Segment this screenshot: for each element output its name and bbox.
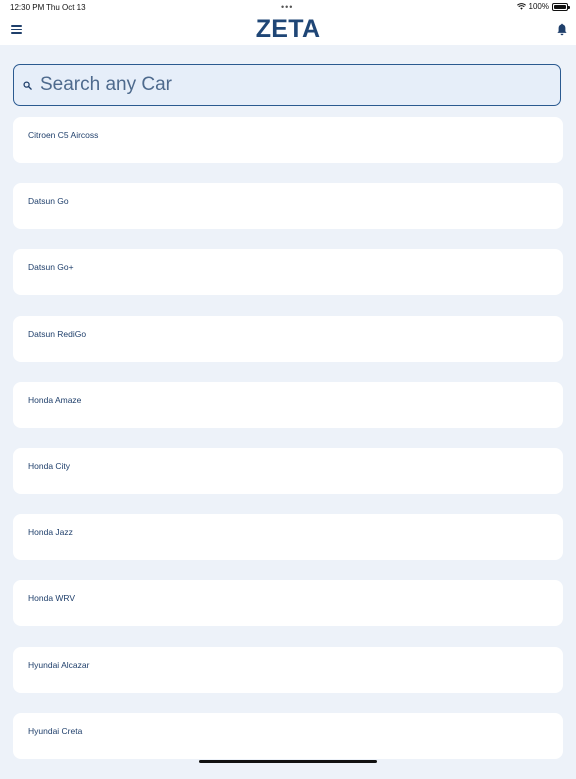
- search-bar[interactable]: [13, 64, 561, 106]
- car-name: Honda Amaze: [28, 394, 82, 405]
- battery-percent: 100%: [528, 2, 549, 11]
- home-indicator[interactable]: [199, 760, 377, 763]
- car-name: Citroen C5 Aircoss: [28, 130, 99, 140]
- car-name: Honda WRV: [28, 593, 76, 604]
- car-list: Citroen C5 Aircoss Datsun Go Datsun Go+ …: [13, 117, 563, 779]
- list-item[interactable]: Citroen C5 Aircoss: [13, 117, 563, 163]
- car-name: Hyundai Creta: [28, 725, 83, 736]
- list-item[interactable]: Honda Amaze: [13, 381, 563, 428]
- list-item[interactable]: Hyundai Alcazar: [13, 646, 563, 693]
- car-name: Honda City: [28, 460, 71, 471]
- status-right: 100%: [516, 2, 570, 11]
- car-name: Datsun Go: [28, 196, 69, 207]
- list-item[interactable]: Honda City: [13, 447, 563, 494]
- car-name: Hyundai Alcazar: [28, 659, 90, 670]
- wifi-icon: [516, 3, 526, 10]
- list-item[interactable]: Datsun Go: [13, 183, 563, 230]
- list-item[interactable]: Datsun RediGo: [13, 315, 563, 362]
- app-title: ZETA: [255, 15, 321, 43]
- list-item[interactable]: Hyundai Creta: [13, 712, 563, 759]
- status-date: Thu Oct 13: [46, 3, 86, 12]
- car-name: Datsun RediGo: [28, 328, 87, 339]
- status-bar: 12:30 PM Thu Oct 13 ••• 100%: [0, 0, 576, 14]
- search-icon: [23, 80, 32, 90]
- car-name: Datsun Go+: [28, 262, 74, 273]
- car-name: Honda Jazz: [28, 527, 73, 538]
- search-input[interactable]: [40, 74, 520, 96]
- status-time: 12:30 PM: [10, 3, 45, 12]
- app-header: ZETA: [0, 14, 576, 45]
- list-item[interactable]: Honda WRV: [13, 580, 563, 627]
- list-item[interactable]: Honda Jazz: [13, 514, 563, 561]
- battery-icon: [552, 2, 570, 11]
- multitasking-dots[interactable]: •••: [281, 2, 293, 12]
- list-item[interactable]: Datsun Go+: [13, 249, 563, 296]
- bell-icon[interactable]: [557, 23, 567, 36]
